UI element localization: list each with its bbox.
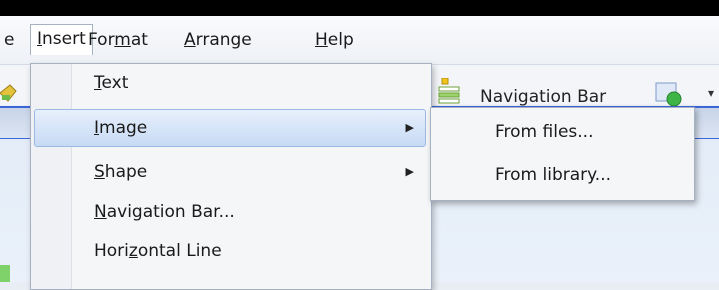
menu-format-label: Format	[88, 30, 148, 50]
menu-help-label: Help	[315, 30, 354, 50]
menu-arrange[interactable]: Arrange	[178, 26, 258, 54]
submenu-arrow-icon: ▶	[405, 165, 414, 178]
menu-item-shape-label: Shape	[94, 162, 148, 182]
menu-item-image[interactable]: Image ▶	[34, 109, 426, 147]
submenu-arrow-icon: ▶	[405, 121, 414, 134]
menu-item-horizontal-line-label: Horizontal Line	[94, 241, 222, 261]
canvas-element	[0, 265, 10, 282]
menu-arrange-label: Arrange	[184, 30, 252, 50]
navigation-bar-icon[interactable]	[438, 78, 460, 106]
menu-item-shape[interactable]: Shape ▶	[34, 153, 426, 191]
menu-file[interactable]: e	[0, 26, 20, 54]
menu-bar: e Insert Format Arrange Help	[0, 16, 719, 65]
mnemonic-letter: m	[114, 30, 131, 50]
menu-item-text-label: Text	[94, 73, 129, 93]
toolbar-left-icon[interactable]	[0, 83, 18, 103]
dropdown-arrow-icon[interactable]: ▾	[708, 86, 714, 100]
insert-menu: Text Image ▶ Shape ▶ Navigation Bar... H…	[30, 63, 432, 290]
menu-item-text[interactable]: Text	[34, 64, 426, 102]
menu-item-navigation-bar[interactable]: Navigation Bar...	[34, 193, 426, 231]
menu-help[interactable]: Help	[309, 26, 360, 54]
image-submenu: From files... From library...	[430, 107, 695, 201]
title-bar	[0, 0, 719, 16]
mnemonic-letter: A	[184, 30, 196, 50]
menu-insert-rest: nsert	[42, 29, 86, 49]
menu-item-image-label: Image	[94, 118, 148, 138]
submenu-item-from-files-label: From files...	[495, 122, 594, 142]
menu-item-horizontal-line[interactable]: Horizontal Line	[34, 232, 426, 270]
submenu-item-from-files[interactable]: From files...	[433, 113, 690, 151]
insert-image-icon[interactable]	[654, 82, 688, 106]
menu-item-navigation-bar-label: Navigation Bar...	[94, 202, 235, 222]
submenu-item-from-library-label: From library...	[495, 165, 612, 185]
submenu-item-from-library[interactable]: From library...	[433, 156, 690, 194]
menu-format[interactable]: Format	[82, 26, 154, 54]
mnemonic-letter: H	[315, 30, 328, 50]
